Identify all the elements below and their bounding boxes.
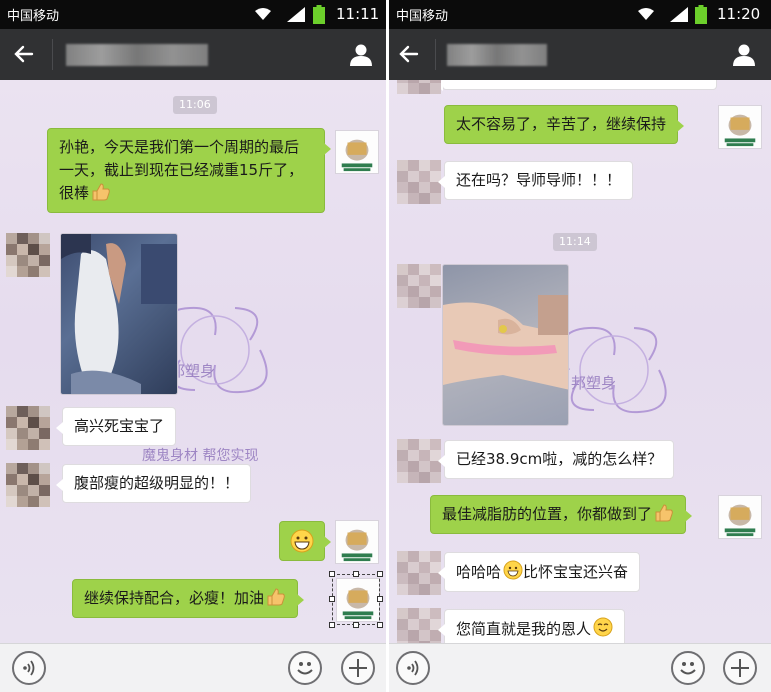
grinning-emoji [503, 560, 523, 580]
time-badge: 11:14 [553, 233, 597, 251]
profile-icon[interactable] [732, 42, 756, 66]
voice-input-button[interactable] [12, 651, 46, 685]
title-bar [0, 29, 386, 80]
waist-photo-content [61, 234, 177, 394]
message-bubble-partial[interactable] [436, 80, 717, 91]
input-bar [0, 643, 386, 692]
avatar[interactable] [397, 551, 441, 595]
title-separator [435, 39, 436, 70]
contact-name-blurred [66, 44, 208, 66]
avatar[interactable] [397, 264, 441, 308]
contact-name-blurred [447, 44, 547, 66]
input-bar [389, 643, 771, 692]
chat-area[interactable]: 邦塑身 魔鬼身材 帮您实现 11:06 孙艳，今天是我们第一个周期的最后一天，截… [0, 80, 386, 643]
waist-photo[interactable] [60, 233, 178, 395]
message-bubble[interactable]: 高兴死宝宝了 [55, 407, 177, 446]
thumbs-up-emoji [655, 504, 673, 522]
message-bubble[interactable]: 您简直就是我的恩人 [437, 609, 626, 643]
signal-icon [287, 7, 305, 22]
time-badge: 11:06 [173, 96, 217, 114]
clock: 11:20 [717, 5, 761, 23]
arm-photo-content [443, 295, 568, 390]
avatar[interactable] [6, 406, 50, 450]
avatar[interactable] [718, 105, 762, 149]
message-bubble[interactable]: 继续保持配合，必瘦！加油 [72, 579, 305, 618]
avatar[interactable] [335, 130, 379, 174]
title-bar [389, 29, 771, 80]
status-bar: 中国移动 11:11 [0, 0, 386, 29]
plus-icon [349, 659, 367, 677]
title-separator [52, 39, 53, 70]
status-bar: 中国移动 11:20 [389, 0, 771, 29]
grinning-emoji [290, 529, 314, 553]
avatar[interactable] [397, 80, 441, 94]
emoji-button[interactable] [288, 651, 322, 685]
avatar[interactable] [335, 520, 379, 564]
wifi-icon [638, 8, 654, 20]
back-arrow-icon[interactable] [12, 42, 36, 66]
voice-input-icon [407, 660, 419, 676]
brand-logo-icon [341, 139, 373, 172]
more-button[interactable] [341, 651, 375, 685]
battery-icon [313, 5, 325, 24]
avatar[interactable] [718, 495, 762, 539]
avatar[interactable] [397, 439, 441, 483]
message-bubble[interactable]: 已经38.9cm啦，减的怎么样？ [437, 440, 675, 479]
selection-box [329, 571, 383, 628]
voice-input-button[interactable] [396, 651, 430, 685]
watermark-text: 邦塑身 [571, 374, 617, 392]
avatar[interactable] [6, 233, 50, 277]
emoji-smiley-icon [680, 662, 696, 675]
emoji-button[interactable] [671, 651, 705, 685]
left-chat-screenshot: 中国移动 11:11 邦塑身 魔鬼身材 帮您实现 11:06 孙艳，今天是我们第… [0, 0, 386, 692]
arm-measuring-tape-photo[interactable] [442, 264, 569, 426]
emoji-smiley-icon [297, 662, 313, 675]
message-bubble[interactable]: 腹部瘦的超级明显的！！ [55, 464, 252, 503]
thumbs-up-emoji [267, 588, 285, 606]
more-button[interactable] [723, 651, 757, 685]
thumbs-up-emoji [92, 183, 110, 201]
wifi-icon [255, 8, 271, 20]
chat-area[interactable]: 邦塑身 太不容易了，辛苦了，继续保持 还在吗？导师导师！！！ 11:14 已经3… [389, 80, 771, 643]
message-bubble[interactable]: 哈哈哈 比怀宝宝还兴奋 [437, 552, 641, 592]
clock: 11:11 [336, 5, 380, 23]
message-bubble[interactable]: 太不容易了，辛苦了，继续保持 [444, 105, 685, 144]
message-bubble[interactable]: 最佳减脂肪的位置，你都做到了 [430, 495, 693, 534]
brand-logo-icon [341, 529, 373, 562]
message-bubble[interactable] [279, 521, 331, 561]
voice-input-icon [23, 660, 35, 676]
brand-logo-icon [724, 504, 756, 537]
avatar[interactable] [6, 463, 50, 507]
watermark-slogan: 魔鬼身材 帮您实现 [142, 448, 259, 464]
avatar[interactable] [397, 160, 441, 204]
carrier-label: 中国移动 [396, 9, 449, 24]
avatar[interactable] [397, 608, 441, 643]
plus-icon [731, 659, 749, 677]
smile-emoji [593, 617, 613, 637]
signal-icon [670, 7, 688, 22]
back-arrow-icon[interactable] [397, 42, 421, 66]
carrier-label: 中国移动 [7, 9, 60, 24]
right-chat-screenshot: 中国移动 11:20 邦塑身 太不容易了，辛苦了，继续保持 还在吗？导师导师！！… [389, 0, 771, 692]
message-bubble[interactable]: 孙艳，今天是我们第一个周期的最后一天，截止到现在已经减重15斤了，很棒 [47, 128, 331, 213]
profile-icon[interactable] [349, 42, 373, 66]
message-bubble[interactable]: 还在吗？导师导师！！！ [437, 161, 634, 200]
brand-logo-icon [724, 114, 756, 147]
battery-icon [695, 5, 707, 24]
